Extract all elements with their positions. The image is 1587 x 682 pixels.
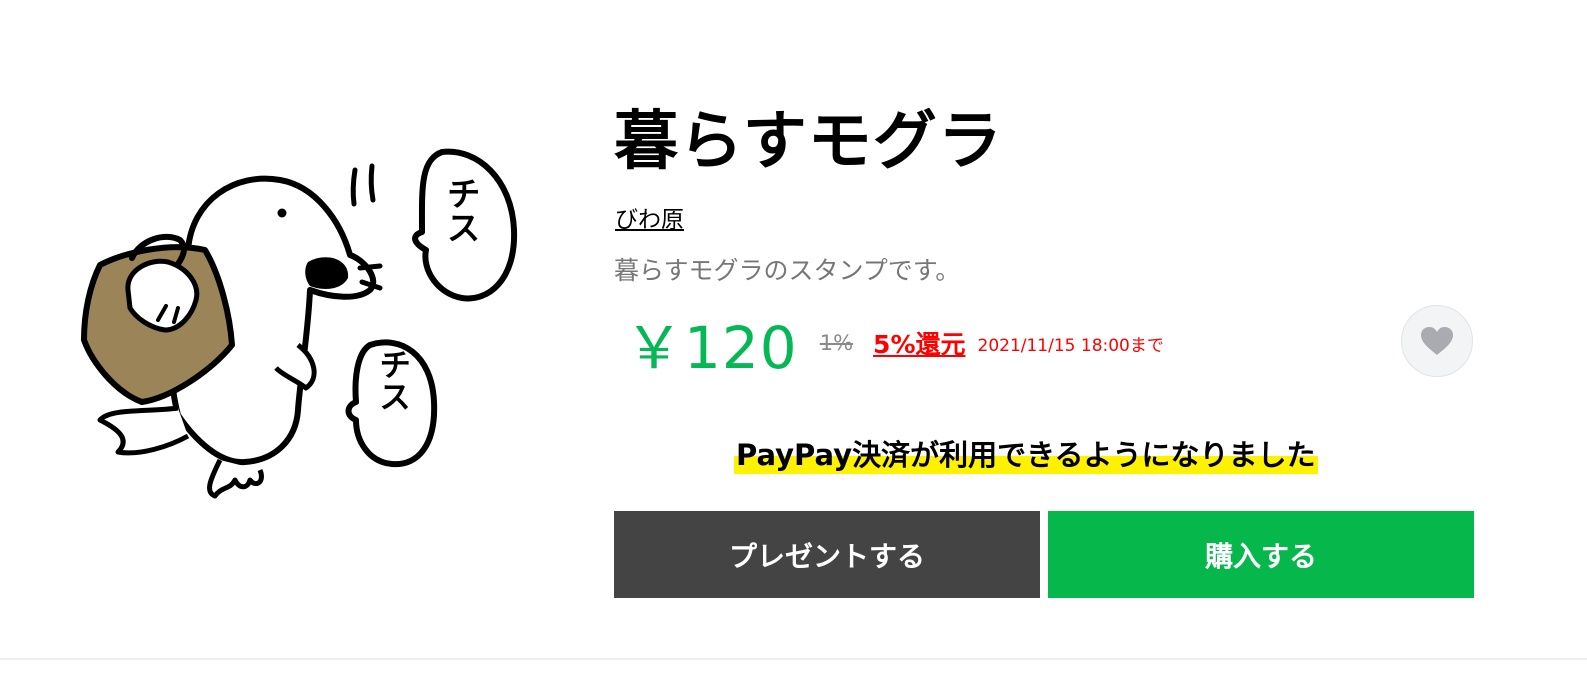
divider [0,658,1587,660]
product-title: 暮らすモグラ [614,105,1003,179]
author-link[interactable]: びわ原 [615,205,684,235]
price: ￥120 [625,314,798,382]
old-point-rate: 1% [819,331,854,355]
point-rate-link[interactable]: 5%還元 [873,325,965,361]
favorite-button[interactable] [1401,305,1473,377]
campaign-deadline: 2021/11/15 18:00まで [977,335,1164,356]
price-row: ￥120 1% 5%還元 2021/11/15 18:00まで [625,308,1164,382]
sticker-main-image: チス チス [70,140,540,510]
sticker-bubble-text-1: チス [440,176,480,244]
paypay-notice-banner: PayPay決済が利用できるようになりました [734,436,1318,474]
sticker-product-page: チス チス 暮らすモグラ びわ原 暮らすモグラのスタンプです。 ￥120 1% … [0,0,1587,682]
product-description: 暮らすモグラのスタンプです。 [614,256,961,285]
buy-button[interactable]: 購入する [1048,511,1474,598]
heart-icon [1421,327,1453,355]
sticker-bubble-text-2: チス [374,348,412,412]
present-button[interactable]: プレゼントする [614,511,1040,598]
